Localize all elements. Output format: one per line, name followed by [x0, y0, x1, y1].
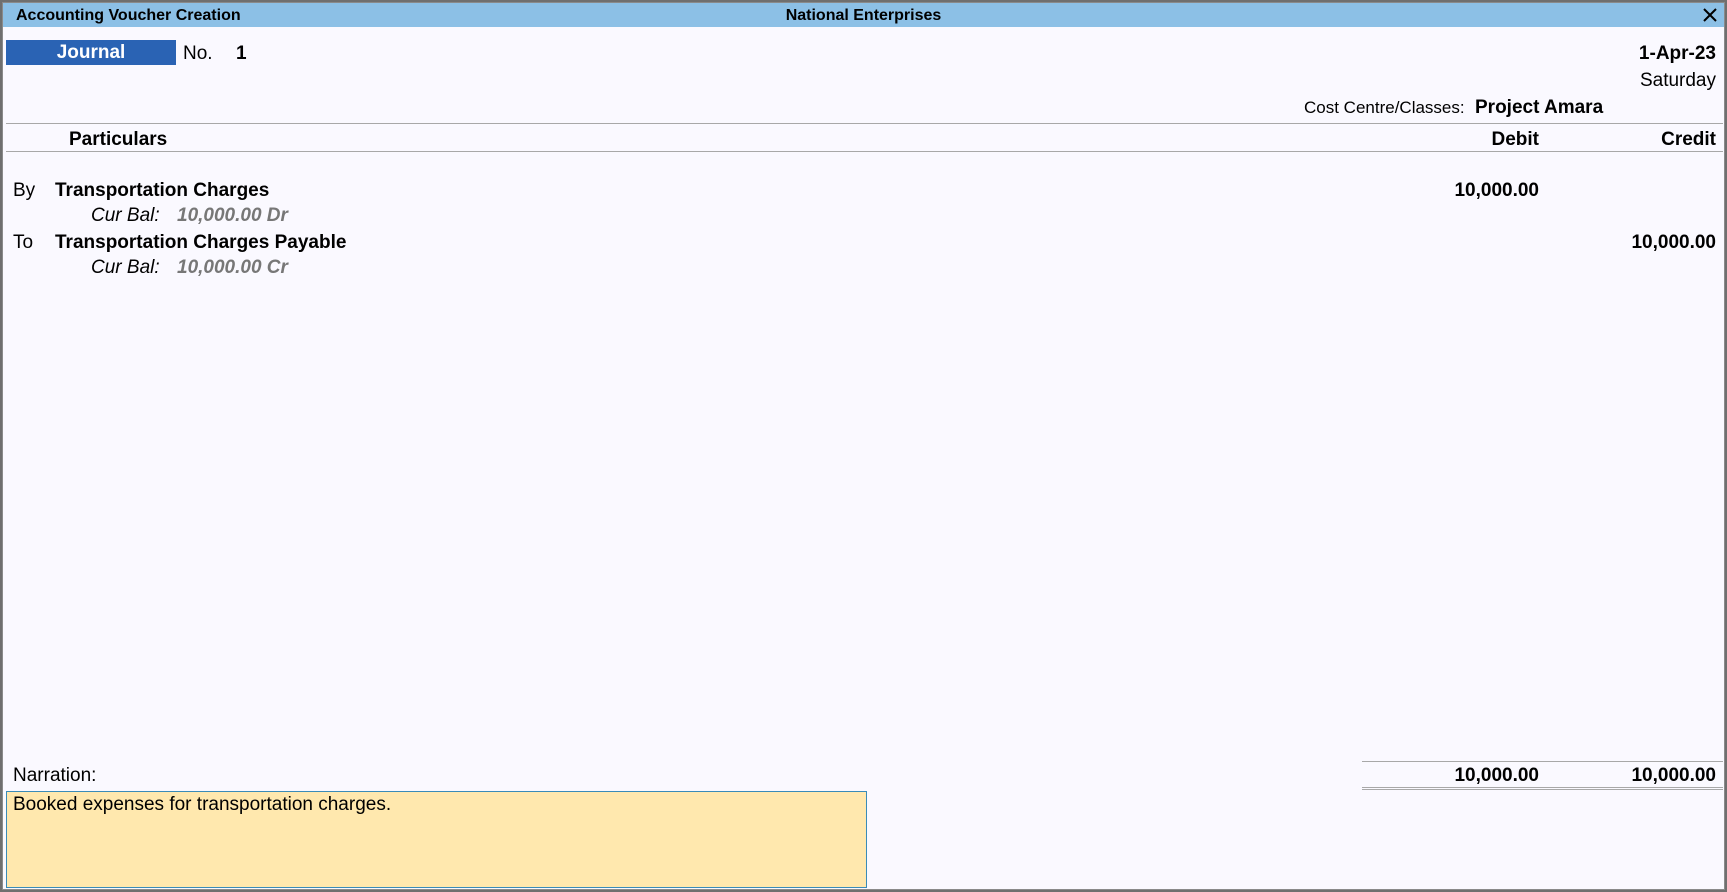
voucher-window: Accounting Voucher Creation National Ent…: [2, 2, 1725, 890]
totals-bottom-divider: [1362, 787, 1723, 788]
entry-row[interactable]: By Transportation Charges Cur Bal: 10,00…: [3, 180, 1724, 232]
total-credit: 10,000.00: [1631, 765, 1716, 786]
narration-input[interactable]: Booked expenses for transportation charg…: [6, 791, 867, 888]
entry-row[interactable]: To Transportation Charges Payable Cur Ba…: [3, 232, 1724, 284]
title-bar: Accounting Voucher Creation National Ent…: [3, 3, 1724, 27]
voucher-number-field[interactable]: 1: [236, 43, 247, 65]
cur-bal-label: Cur Bal:: [91, 257, 160, 278]
debit-column-header: Debit: [1491, 129, 1540, 150]
cur-bal-label: Cur Bal:: [91, 205, 160, 226]
entry-prefix[interactable]: By: [13, 180, 35, 202]
totals-bottom-divider: [1362, 789, 1723, 790]
ledger-name[interactable]: Transportation Charges Payable: [55, 232, 346, 254]
voucher-type-button[interactable]: Journal: [6, 40, 176, 65]
entry-prefix[interactable]: To: [13, 232, 33, 254]
voucher-date-field[interactable]: 1-Apr-23: [1639, 43, 1716, 65]
header-divider: [6, 123, 1723, 124]
totals-top-divider: [1362, 761, 1723, 762]
voucher-number-label: No.: [183, 43, 213, 64]
close-icon[interactable]: [1700, 5, 1720, 25]
credit-column-header: Credit: [1661, 129, 1716, 150]
cost-centre-label: Cost Centre/Classes:: [1304, 98, 1465, 117]
debit-amount[interactable]: 10,000.00: [1454, 180, 1539, 202]
cur-bal-value: 10,000.00 Dr: [177, 205, 288, 226]
particulars-column-header: Particulars: [69, 129, 168, 150]
voucher-day: Saturday: [1639, 70, 1716, 91]
cur-bal-value: 10,000.00 Cr: [177, 257, 288, 278]
narration-label: Narration:: [13, 765, 97, 786]
column-header-divider: [6, 151, 1723, 152]
company-name: National Enterprises: [785, 7, 942, 24]
ledger-name[interactable]: Transportation Charges: [55, 180, 269, 202]
total-debit: 10,000.00: [1454, 765, 1539, 786]
credit-amount[interactable]: 10,000.00: [1631, 232, 1716, 254]
cost-centre-field[interactable]: Project Amara: [1475, 97, 1603, 119]
